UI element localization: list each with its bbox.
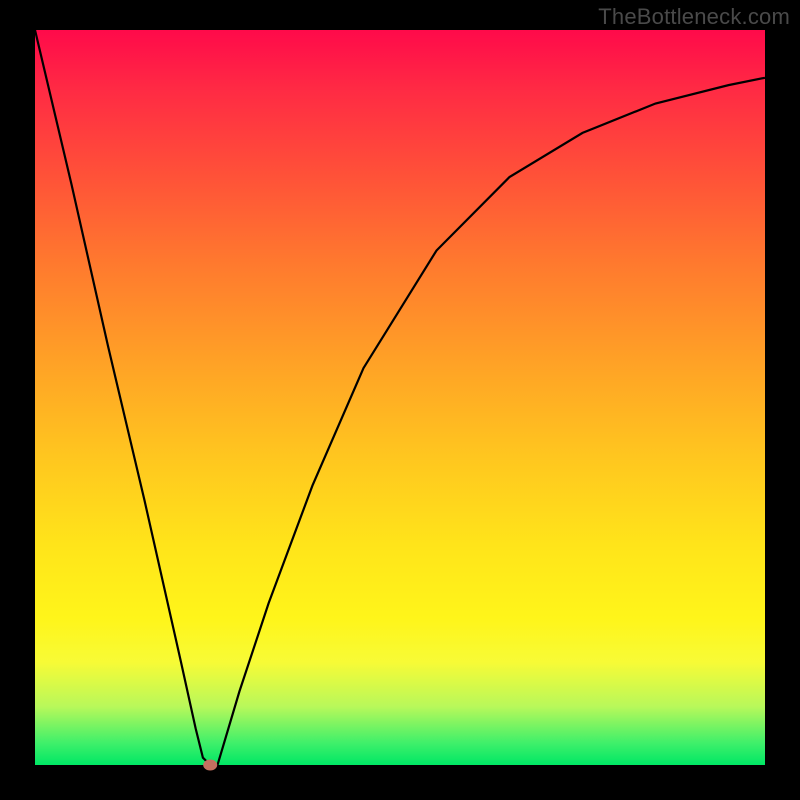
curve-path [35, 30, 765, 765]
chart-frame: TheBottleneck.com [0, 0, 800, 800]
bottleneck-curve [35, 30, 765, 765]
plot-area [35, 30, 765, 765]
curve-min-marker [203, 760, 217, 771]
watermark-text: TheBottleneck.com [598, 4, 790, 30]
